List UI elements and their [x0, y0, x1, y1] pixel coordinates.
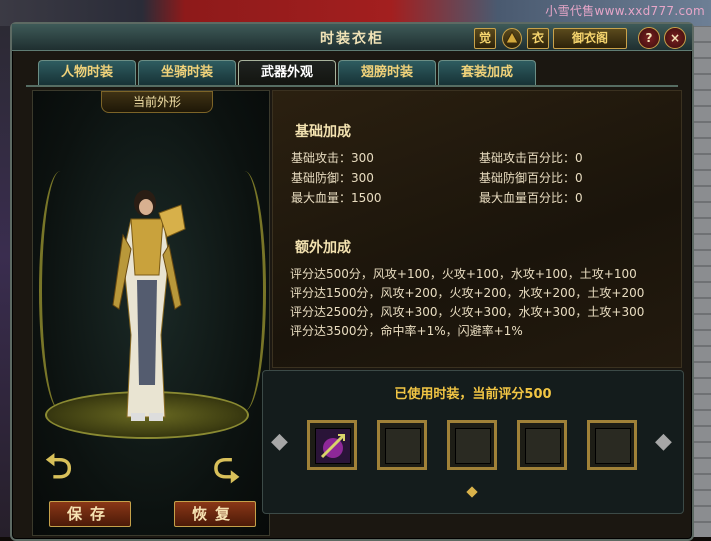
current-score-text: 已使用时装，当前评分500 [394, 387, 552, 402]
wardrobe-pavilion-button[interactable]: 御衣阁 [553, 28, 627, 49]
glow-arc-left [39, 171, 82, 411]
fashion-slot-4[interactable] [517, 420, 567, 470]
rotate-right-arrow-icon[interactable]: ⮎ [213, 443, 240, 500]
weapon-item-icon[interactable] [315, 428, 351, 464]
character-model[interactable] [103, 185, 193, 425]
slots-prev-arrow-icon[interactable]: ◆ [271, 429, 288, 454]
extra-bonus-line: 评分达2500分，风攻+300，火攻+300，水攻+300，土攻+300 [290, 305, 645, 319]
fashion-slot-1[interactable] [307, 420, 357, 470]
appearance-preview-panel: 当前外形 ⮌ ⮎ 保存 恢复 [32, 90, 270, 536]
fashion-slots-panel: 已使用时装，当前评分500 ◆ ◆ [262, 370, 684, 514]
empty-slot [525, 428, 561, 464]
empty-slot [455, 428, 491, 464]
extra-bonus-title: 额外加成 [295, 240, 351, 256]
tab-mount-fashion[interactable]: 坐骑时装 [138, 60, 236, 85]
tab-weapon-appearance[interactable]: 武器外观 [238, 60, 336, 87]
tab-set-bonus[interactable]: 套装加成 [438, 60, 536, 85]
glow-arc-right [223, 171, 266, 411]
tab-wing-fashion[interactable]: 翅膀时装 [338, 60, 436, 85]
bonus-info-panel: 基础加成 基础攻击：300 基础防御：300 最大血量：1500 基础攻击百分比… [272, 90, 682, 368]
tab-divider [26, 85, 678, 87]
basic-defense-percent-stat: 基础防御百分比：0 [479, 171, 583, 185]
title-bar[interactable]: 时装衣柜 觉 衣 御衣阁 ? × [12, 24, 692, 51]
restore-button[interactable]: 恢复 [174, 501, 256, 527]
tab-character-fashion[interactable]: 人物时装 [38, 60, 136, 85]
basic-attack-percent-stat: 基础攻击百分比：0 [479, 151, 583, 165]
wardrobe-pavilion-label: 御衣阁 [571, 31, 608, 45]
extra-bonus-line: 评分达500分，风攻+100，火攻+100，水攻+100，土攻+100 [290, 267, 637, 281]
close-button[interactable]: × [664, 27, 686, 49]
rotate-left-arrow-icon[interactable]: ⮌ [45, 443, 72, 500]
fashion-slot-5[interactable] [587, 420, 637, 470]
basic-defense-stat: 基础防御：300 [291, 171, 374, 185]
basic-bonus-title: 基础加成 [295, 124, 351, 140]
watermark-text: 小雪代售www.xxd777.com [545, 4, 705, 18]
empty-slot [385, 428, 421, 464]
page-indicator-icon [466, 486, 478, 498]
dragon-emblem-icon[interactable] [502, 28, 522, 49]
fashion-slot-3[interactable] [447, 420, 497, 470]
empty-slot [595, 428, 631, 464]
save-button[interactable]: 保存 [49, 501, 131, 527]
extra-bonus-line: 评分达1500分，风攻+200，火攻+200，水攻+200，土攻+200 [290, 286, 645, 300]
help-button[interactable]: ? [638, 27, 660, 49]
basic-attack-stat: 基础攻击：300 [291, 151, 374, 165]
max-hp-stat: 最大血量：1500 [291, 191, 382, 205]
current-appearance-label: 当前外形 [101, 91, 213, 113]
awaken-button[interactable]: 觉 [474, 28, 496, 49]
wardrobe-window: 时装衣柜 觉 衣 御衣阁 ? × 人物时装 坐骑时装 武器外观 翅膀时装 套装加… [10, 22, 694, 541]
extra-bonus-line: 评分达3500分，命中率+1%，闪避率+1% [290, 324, 523, 338]
max-hp-percent-stat: 最大血量百分比：0 [479, 191, 583, 205]
fashion-slot-2[interactable] [377, 420, 427, 470]
clothes-button[interactable]: 衣 [527, 28, 549, 49]
slots-next-arrow-icon[interactable]: ◆ [655, 429, 672, 454]
